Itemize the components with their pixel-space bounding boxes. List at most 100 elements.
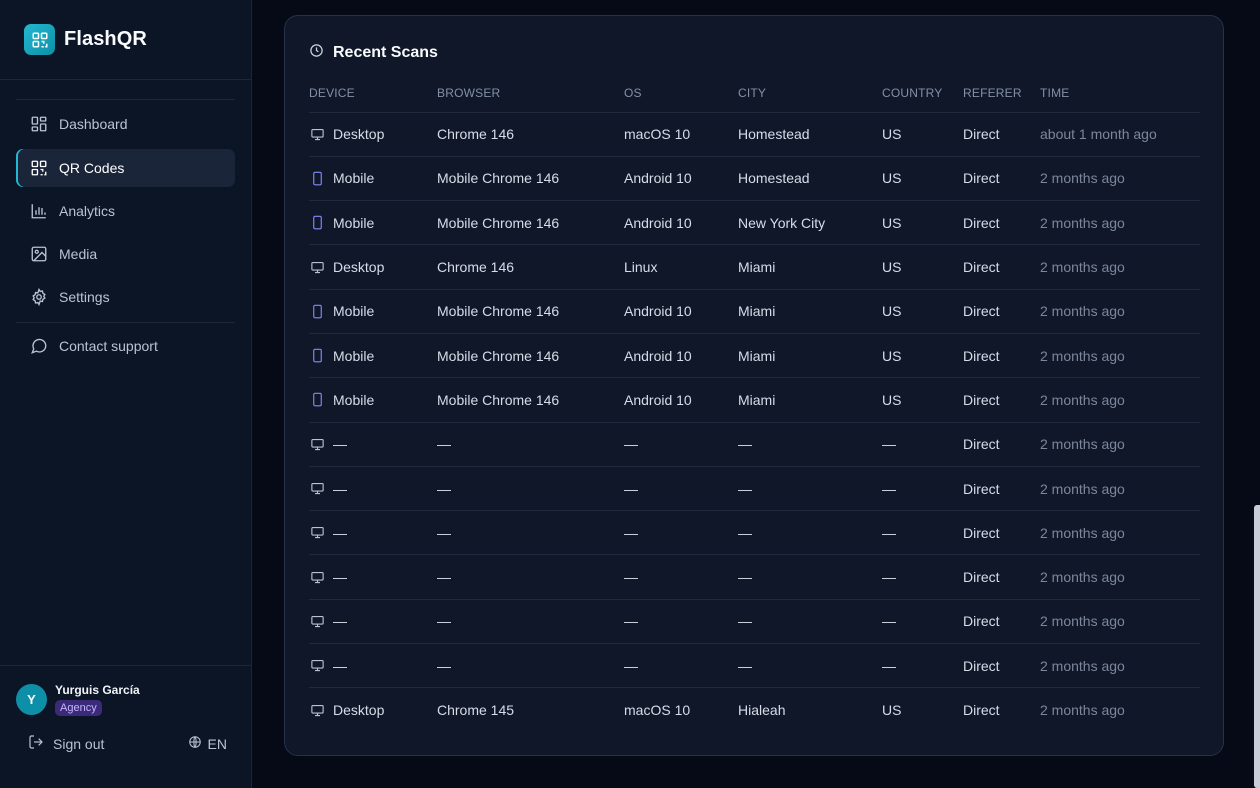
cell-referer: Direct xyxy=(963,244,1040,290)
cell-os: — xyxy=(624,554,738,600)
cell-city: — xyxy=(738,510,882,556)
cell-country: — xyxy=(882,510,963,556)
cell-referer: Direct xyxy=(963,200,1040,246)
clock-icon xyxy=(309,43,324,63)
sign-out-button[interactable]: Sign out xyxy=(28,734,104,753)
cell-referer: Direct xyxy=(963,377,1040,423)
cell-city: Homestead xyxy=(738,112,882,157)
mobile-phone-icon xyxy=(309,215,325,231)
cell-country: US xyxy=(882,244,963,290)
table-row[interactable]: — — — — — Direct 2 months ago xyxy=(309,466,1200,512)
cell-referer: Direct xyxy=(963,702,1000,719)
sign-out-icon xyxy=(28,734,44,753)
bar-chart-icon xyxy=(30,202,48,220)
table-row[interactable]: Mobile Mobile Chrome 146 Android 10 New Yor… xyxy=(309,200,1200,246)
column-header-country[interactable]: COUNTRY xyxy=(882,82,963,113)
desktop-monitor-icon xyxy=(309,569,325,585)
table-row[interactable]: — — — — — Direct 2 months ago xyxy=(309,554,1200,600)
sidebar-item-label: Dashboard xyxy=(59,116,128,132)
cell-time: 2 months ago xyxy=(1040,244,1200,290)
desktop-monitor-icon xyxy=(309,259,325,275)
cell-referer: Direct xyxy=(963,643,1040,689)
cell-device: Mobile xyxy=(309,200,437,246)
sidebar-item-dashboard[interactable]: Dashboard xyxy=(16,105,235,143)
cell-country: US xyxy=(882,112,963,157)
cell-country: — xyxy=(882,422,963,467)
cell-time: 2 months ago xyxy=(1040,466,1200,512)
cell-city: Miami xyxy=(738,244,882,290)
sidebar-item-analytics[interactable]: Analytics xyxy=(16,192,235,230)
desktop-monitor-icon xyxy=(309,525,325,541)
sidebar-item-contact-support[interactable]: Contact support xyxy=(16,327,235,365)
plan-badge: Agency xyxy=(55,700,102,716)
cell-browser: Mobile Chrome 146 xyxy=(437,200,624,246)
cell-city: Hialeah xyxy=(738,702,786,719)
cell-browser: Chrome 146 xyxy=(437,112,624,157)
cell-time: 2 months ago xyxy=(1040,422,1200,467)
sidebar-item-media[interactable]: Media xyxy=(16,235,235,273)
language-switcher[interactable]: EN xyxy=(188,735,227,752)
table-row[interactable]: — — — — — Direct 2 months ago xyxy=(309,643,1200,689)
column-header-referer[interactable]: REFERER xyxy=(963,82,1040,113)
sidebar: FlashQR Dashboard QR Codes Analytics Med… xyxy=(0,0,252,788)
desktop-monitor-icon xyxy=(309,702,325,718)
cell-os: — xyxy=(624,466,738,512)
table-row[interactable]: Mobile Mobile Chrome 146 Android 10 Miami US… xyxy=(309,377,1200,423)
cell-browser: — xyxy=(437,466,624,512)
user-area: Y Yurguis García Agency Sign out EN xyxy=(0,665,251,753)
user-name: Yurguis García xyxy=(55,683,140,697)
cell-device: Desktop xyxy=(309,688,437,732)
table-row[interactable]: — — — — — Direct 2 months ago xyxy=(309,599,1200,645)
scrollbar-thumb[interactable] xyxy=(1254,505,1260,788)
sidebar-item-label: Media xyxy=(59,246,98,262)
cell-browser: Mobile Chrome 146 xyxy=(437,289,624,334)
cell-os: macOS 10 xyxy=(624,112,738,157)
page-scrollbar[interactable] xyxy=(1254,0,1260,788)
device-label: — xyxy=(333,524,347,541)
cell-os: Linux xyxy=(624,244,738,290)
device-label: Mobile xyxy=(333,214,375,231)
cell-referer: Direct xyxy=(963,112,1040,157)
mobile-phone-icon xyxy=(309,348,325,364)
cell-city: Miami xyxy=(738,377,882,423)
table-row[interactable]: Mobile Mobile Chrome 146 Android 10 Homeste… xyxy=(309,156,1200,202)
column-header-browser[interactable]: BROWSER xyxy=(437,82,624,113)
cell-device: Desktop xyxy=(309,112,437,157)
table-row[interactable]: — — — — — Direct 2 months ago xyxy=(309,422,1200,467)
sidebar-item-label: Settings xyxy=(59,289,110,305)
cell-device: Mobile xyxy=(309,289,437,334)
sidebar-item-qr-codes[interactable]: QR Codes xyxy=(16,149,235,187)
table-row[interactable]: Desktop Chrome 145 macOS 10 Hialeah US Direct… xyxy=(309,688,1200,732)
cell-time: 2 months ago xyxy=(1040,289,1200,334)
table-row[interactable]: — — — — — Direct 2 months ago xyxy=(309,510,1200,556)
cell-country: US xyxy=(882,200,963,246)
cell-city: New York City xyxy=(738,200,882,246)
avatar: Y xyxy=(16,684,47,715)
cell-time: 2 months ago xyxy=(1040,156,1200,202)
column-header-time[interactable]: TIME xyxy=(1040,82,1200,113)
device-label: Mobile xyxy=(333,347,375,364)
cell-time: 2 months ago xyxy=(1040,200,1200,246)
device-label: Mobile xyxy=(333,170,375,187)
user-profile[interactable]: Y Yurguis García Agency xyxy=(0,666,251,716)
table-row[interactable]: Mobile Mobile Chrome 146 Android 10 Miami US… xyxy=(309,289,1200,334)
column-header-city[interactable]: CITY xyxy=(738,82,882,113)
sidebar-item-settings[interactable]: Settings xyxy=(16,278,235,316)
brand[interactable]: FlashQR xyxy=(0,0,251,80)
mobile-phone-icon xyxy=(309,303,325,319)
gear-icon xyxy=(30,288,48,306)
table-row[interactable]: Desktop Chrome 146 Linux Miami US Direct 2 mon… xyxy=(309,244,1200,290)
cell-referer: Direct xyxy=(963,422,1040,467)
desktop-monitor-icon xyxy=(309,436,325,452)
table-row[interactable]: Desktop Chrome 146 macOS 10 Homestead US Dire… xyxy=(309,112,1200,157)
cell-browser: — xyxy=(437,554,624,600)
cell-os: Android 10 xyxy=(624,156,738,202)
cell-os: Android 10 xyxy=(624,377,738,423)
device-label: — xyxy=(333,657,347,674)
column-header-device[interactable]: DEVICE xyxy=(309,82,437,113)
image-icon xyxy=(30,245,48,263)
device-label: — xyxy=(333,613,347,630)
column-header-os[interactable]: OS xyxy=(624,82,738,113)
cell-city: — xyxy=(738,466,882,512)
table-row[interactable]: Mobile Mobile Chrome 146 Android 10 Miami US… xyxy=(309,333,1200,379)
